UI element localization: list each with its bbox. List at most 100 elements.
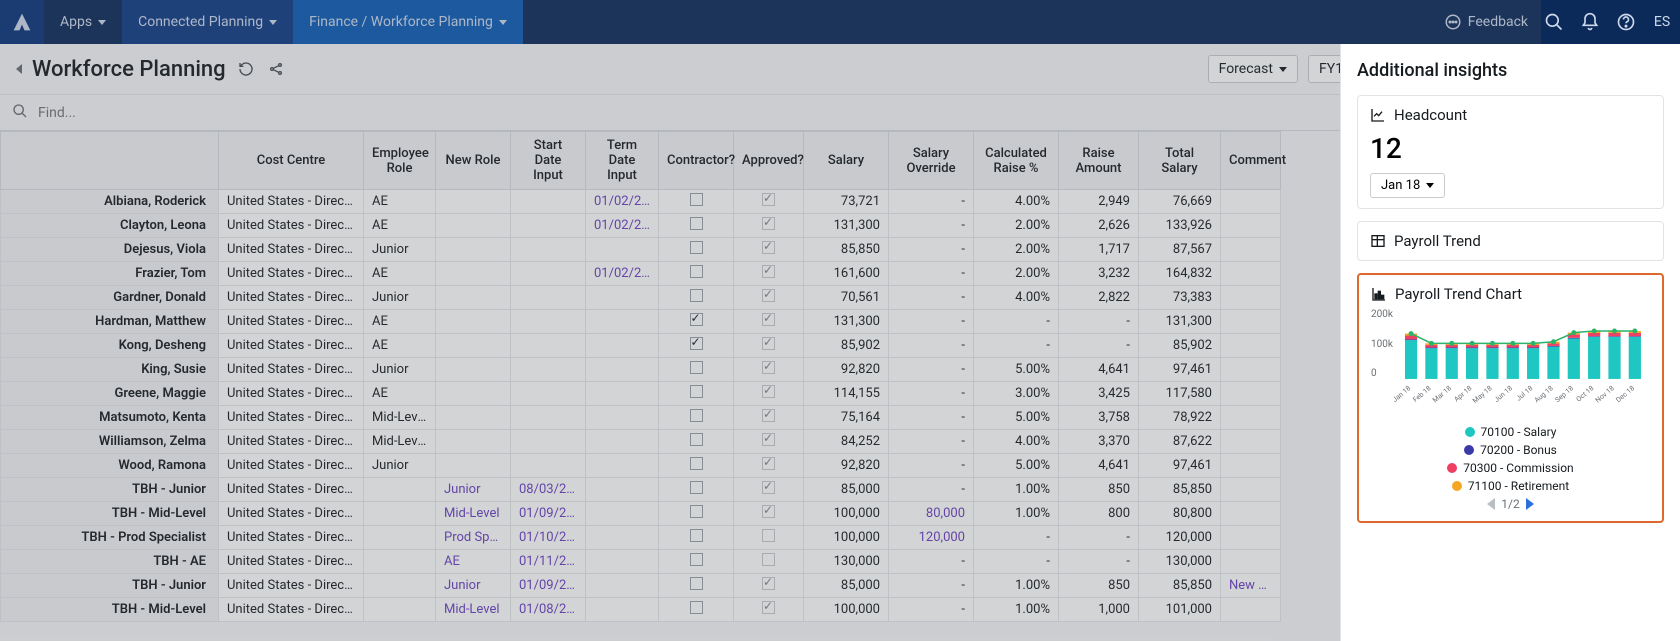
cell[interactable] <box>1221 550 1281 574</box>
cell[interactable]: Junior <box>364 454 436 478</box>
cell[interactable] <box>364 598 436 622</box>
cell[interactable] <box>734 526 804 550</box>
cell[interactable]: 2.00% <box>974 238 1059 262</box>
nav-workspace[interactable]: Finance / Workforce Planning <box>293 0 523 44</box>
cell[interactable] <box>586 382 659 406</box>
nav-connected-planning[interactable]: Connected Planning <box>122 0 293 44</box>
cell[interactable] <box>734 598 804 622</box>
cell[interactable] <box>659 478 734 502</box>
cell[interactable]: 85,000 <box>804 478 889 502</box>
cell[interactable] <box>1221 454 1281 478</box>
cell[interactable]: 850 <box>1059 478 1139 502</box>
cell[interactable]: - <box>889 214 974 238</box>
cell[interactable]: 2,822 <box>1059 286 1139 310</box>
cell[interactable]: AE <box>364 190 436 214</box>
headcount-card[interactable]: Headcount 12 Jan 18 <box>1357 95 1664 209</box>
cell[interactable]: - <box>889 550 974 574</box>
column-header[interactable]: Start Date Input <box>511 132 586 190</box>
column-header[interactable]: Raise Amount <box>1059 132 1139 190</box>
cell[interactable]: Dejesus, Viola <box>1 238 219 262</box>
cell[interactable]: Mid-Level <box>436 502 511 526</box>
cell[interactable] <box>586 526 659 550</box>
cell[interactable]: United States - Direct … <box>219 214 364 238</box>
cell[interactable]: - <box>974 550 1059 574</box>
cell[interactable]: United States - Direct … <box>219 190 364 214</box>
cell[interactable] <box>364 478 436 502</box>
table-row[interactable]: King, SusieUnited States - Direct …Junio… <box>1 358 1281 382</box>
cell[interactable]: 5.00% <box>974 358 1059 382</box>
cell[interactable]: 85,850 <box>804 238 889 262</box>
cell[interactable]: United States - Direct … <box>219 550 364 574</box>
cell[interactable] <box>364 550 436 574</box>
cell[interactable] <box>1221 334 1281 358</box>
cell[interactable]: 4.00% <box>974 286 1059 310</box>
cell[interactable]: - <box>889 310 974 334</box>
column-header[interactable]: Approved? <box>734 132 804 190</box>
cell[interactable] <box>1221 214 1281 238</box>
cell[interactable]: 01/08/2018 <box>511 598 586 622</box>
cell[interactable]: 120,000 <box>889 526 974 550</box>
table-row[interactable]: Albiana, RoderickUnited States - Direct … <box>1 190 1281 214</box>
cell[interactable] <box>734 334 804 358</box>
cell[interactable] <box>734 478 804 502</box>
cell[interactable]: AE <box>364 214 436 238</box>
table-row[interactable]: Williamson, ZelmaUnited States - Direct … <box>1 430 1281 454</box>
cell[interactable] <box>436 334 511 358</box>
cell[interactable]: 117,580 <box>1139 382 1221 406</box>
column-header[interactable]: Salary Override <box>889 132 974 190</box>
cell[interactable] <box>511 238 586 262</box>
feedback-button[interactable]: Feedback <box>1436 13 1536 31</box>
table-row[interactable]: Clayton, LeonaUnited States - Direct …AE… <box>1 214 1281 238</box>
cell[interactable] <box>436 454 511 478</box>
cell[interactable] <box>436 310 511 334</box>
table-row[interactable]: TBH - Mid-LevelUnited States - Direct …M… <box>1 598 1281 622</box>
cell[interactable]: Mid-Level <box>364 406 436 430</box>
cell[interactable]: Hardman, Matthew <box>1 310 219 334</box>
cell[interactable]: 3,232 <box>1059 262 1139 286</box>
cell[interactable]: 4.00% <box>974 190 1059 214</box>
cell[interactable]: 87,567 <box>1139 238 1221 262</box>
cell[interactable]: King, Susie <box>1 358 219 382</box>
cell[interactable]: 4,641 <box>1059 358 1139 382</box>
cell[interactable] <box>659 286 734 310</box>
cell[interactable] <box>1221 526 1281 550</box>
cell[interactable] <box>734 406 804 430</box>
cell[interactable]: - <box>889 238 974 262</box>
user-menu[interactable]: ES <box>1644 4 1680 40</box>
cell[interactable] <box>1221 406 1281 430</box>
cell[interactable]: 92,820 <box>804 454 889 478</box>
cell[interactable] <box>1221 238 1281 262</box>
column-header[interactable]: Total Salary <box>1139 132 1221 190</box>
cell[interactable] <box>659 310 734 334</box>
table-row[interactable]: Frazier, TomUnited States - Direct …AE01… <box>1 262 1281 286</box>
cell[interactable] <box>1221 478 1281 502</box>
cell[interactable]: 131,300 <box>804 310 889 334</box>
cell[interactable] <box>436 358 511 382</box>
table-row[interactable]: TBH - JuniorUnited States - Direct …Juni… <box>1 478 1281 502</box>
cell[interactable] <box>659 430 734 454</box>
cell[interactable]: - <box>889 406 974 430</box>
cell[interactable] <box>734 502 804 526</box>
cell[interactable] <box>511 262 586 286</box>
cell[interactable]: 80,800 <box>1139 502 1221 526</box>
cell[interactable] <box>364 502 436 526</box>
cell[interactable] <box>734 262 804 286</box>
cell[interactable]: 3,758 <box>1059 406 1139 430</box>
cell[interactable] <box>659 574 734 598</box>
cell[interactable] <box>659 214 734 238</box>
cell[interactable] <box>511 310 586 334</box>
cell[interactable]: 5.00% <box>974 454 1059 478</box>
cell[interactable]: 97,461 <box>1139 454 1221 478</box>
cell[interactable] <box>436 382 511 406</box>
cell[interactable]: - <box>889 574 974 598</box>
column-header[interactable]: Contractor? <box>659 132 734 190</box>
pager-next[interactable] <box>1526 498 1534 510</box>
cell[interactable] <box>586 478 659 502</box>
cell[interactable] <box>659 502 734 526</box>
cell[interactable]: 3.00% <box>974 382 1059 406</box>
cell[interactable]: - <box>889 382 974 406</box>
cell[interactable]: 1,717 <box>1059 238 1139 262</box>
cell[interactable]: - <box>889 478 974 502</box>
cell[interactable]: New Junic <box>1221 574 1281 598</box>
cell[interactable]: TBH - Junior <box>1 574 219 598</box>
